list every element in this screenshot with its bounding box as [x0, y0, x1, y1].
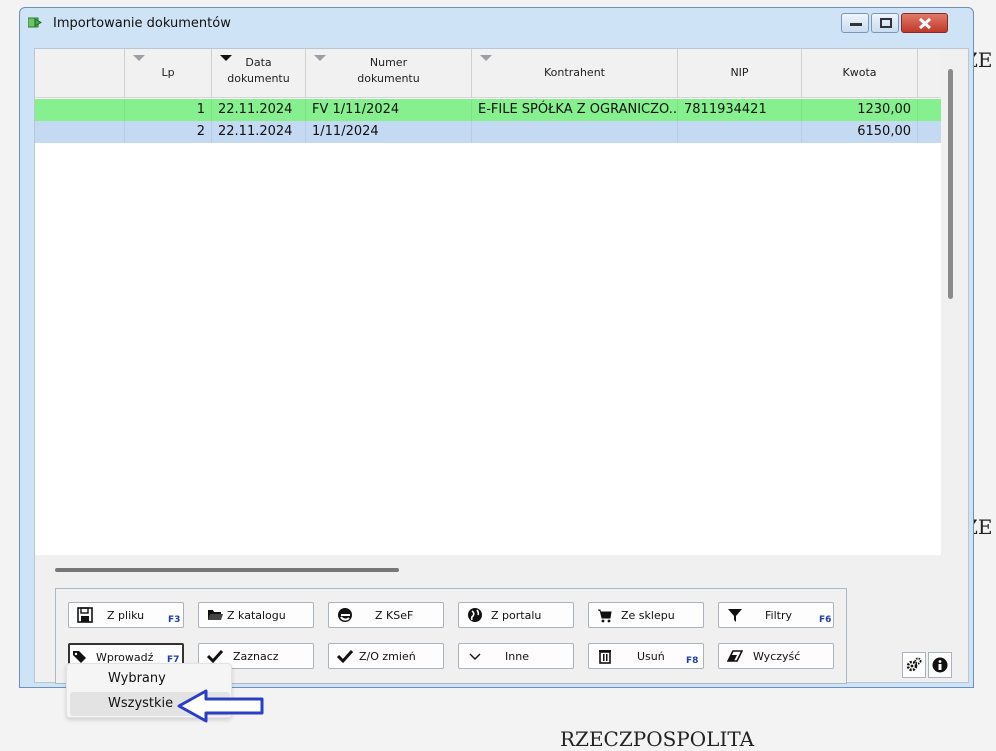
- trash-icon: [599, 650, 611, 664]
- column-header-select[interactable]: [35, 49, 125, 98]
- folder-open-icon: [208, 610, 223, 620]
- close-button[interactable]: [901, 13, 948, 33]
- column-header-lp[interactable]: Lp: [125, 49, 212, 98]
- ze-sklepu-button[interactable]: Ze sklepu: [588, 602, 704, 628]
- wyczysc-button[interactable]: Wyczyść: [718, 643, 834, 669]
- inne-button[interactable]: Inne: [458, 643, 574, 669]
- filter-icon: [728, 609, 742, 622]
- chevron-down-icon: [469, 653, 481, 660]
- background-logo-text: RZECZPOSPOLITA: [560, 727, 755, 751]
- horizontal-scrollbar[interactable]: [55, 568, 399, 572]
- shopping-cart-icon: [598, 609, 612, 623]
- usun-button[interactable]: Usuń F8: [588, 643, 704, 669]
- z-portalu-button[interactable]: Z portalu: [458, 602, 574, 628]
- pointer-arrow-icon: [177, 689, 264, 723]
- settings-button[interactable]: [902, 652, 926, 678]
- column-header-nip[interactable]: NIP: [678, 49, 802, 98]
- table-row[interactable]: 1 22.11.2024 FV 1/11/2024 E-FILE SPÓŁKA …: [35, 99, 941, 121]
- import-arrow-icon: [28, 17, 42, 28]
- window-content: Lp Data dokumentu Numer dokumentu Kontrahe…: [34, 48, 969, 684]
- vertical-scrollbar[interactable]: [948, 69, 953, 299]
- checkmark-icon: [337, 649, 353, 664]
- column-header-numer-dokumentu[interactable]: Numer dokumentu: [306, 49, 472, 98]
- sort-arrow-icon: [133, 55, 145, 61]
- maximize-icon: [880, 18, 892, 28]
- import-window: Importowanie dokumentów Lp Data dokumentu: [19, 7, 974, 688]
- minimize-button[interactable]: [841, 13, 869, 33]
- eraser-icon: [727, 650, 743, 662]
- globe-icon: [468, 608, 482, 622]
- close-icon: [918, 17, 932, 30]
- documents-table: Lp Data dokumentu Numer dokumentu Kontrahe…: [35, 49, 941, 555]
- column-header-kontrahent[interactable]: Kontrahent: [472, 49, 678, 98]
- z-pliku-button[interactable]: Z pliku F3: [68, 602, 184, 628]
- window-title: Importowanie dokumentów: [53, 16, 231, 31]
- titlebar: Importowanie dokumentów: [20, 8, 973, 38]
- table-header: Lp Data dokumentu Numer dokumentu Kontrahe…: [35, 49, 941, 98]
- table-row[interactable]: 2 22.11.2024 1/11/2024 6150,00: [35, 121, 941, 143]
- browser-e-icon: [338, 608, 352, 622]
- sort-arrow-icon: [480, 55, 492, 61]
- checkmark-icon: [207, 649, 223, 664]
- zo-zmien-button[interactable]: Z/O zmień: [328, 643, 444, 669]
- maximize-button[interactable]: [871, 13, 899, 33]
- info-icon: [932, 657, 948, 673]
- info-button[interactable]: [928, 652, 952, 678]
- gears-icon: [906, 657, 922, 672]
- minimize-icon: [850, 23, 862, 26]
- column-header-kwota[interactable]: Kwota: [802, 49, 918, 98]
- z-katalogu-button[interactable]: Z katalogu: [198, 602, 314, 628]
- z-ksef-button[interactable]: Z KSeF: [328, 602, 444, 628]
- floppy-disk-icon: [77, 607, 93, 623]
- column-header-data-dokumentu[interactable]: Data dokumentu: [212, 49, 306, 98]
- filtry-button[interactable]: Filtry F6: [718, 602, 834, 628]
